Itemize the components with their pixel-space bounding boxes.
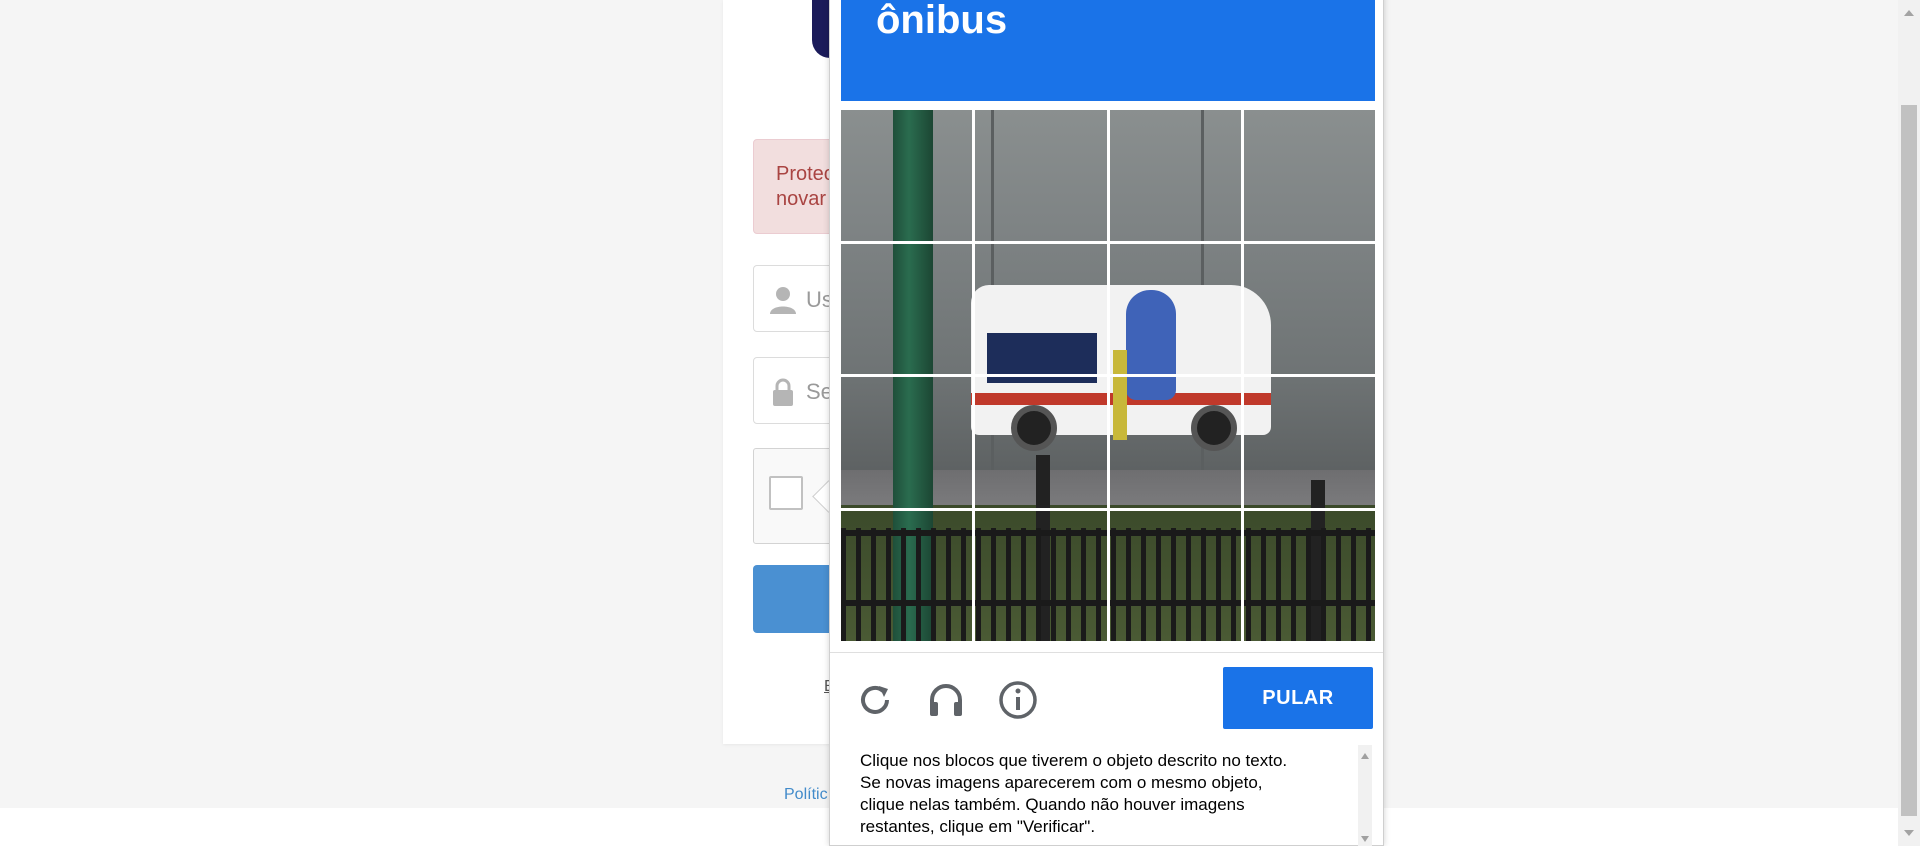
tile-image xyxy=(841,110,973,241)
captcha-tile[interactable] xyxy=(841,243,973,374)
captcha-tile[interactable] xyxy=(975,377,1107,508)
tile-image xyxy=(1243,510,1375,641)
tile-image xyxy=(1109,110,1241,241)
tile-image xyxy=(1243,110,1375,241)
tile-image xyxy=(975,110,1107,241)
captcha-tile[interactable] xyxy=(975,510,1107,641)
challenge-target-word: ônibus xyxy=(876,0,1008,42)
tile-image xyxy=(841,243,973,374)
captcha-tile[interactable] xyxy=(1243,377,1375,508)
tile-image xyxy=(1109,243,1241,374)
audio-icon[interactable] xyxy=(926,680,966,720)
tile-image xyxy=(975,377,1107,508)
tile-image xyxy=(975,243,1107,374)
user-icon xyxy=(770,287,796,314)
scroll-down-arrow[interactable] xyxy=(1361,836,1369,842)
tile-image xyxy=(841,377,973,508)
challenge-header: ônibus xyxy=(841,0,1375,101)
captcha-tile[interactable] xyxy=(1109,110,1241,241)
tile-image xyxy=(1109,510,1241,641)
captcha-tile[interactable] xyxy=(975,243,1107,374)
captcha-tile[interactable] xyxy=(1109,377,1241,508)
skip-button[interactable]: PULAR xyxy=(1223,667,1373,729)
tile-image xyxy=(1109,377,1241,508)
lock-icon xyxy=(773,378,793,406)
tile-image xyxy=(975,510,1107,641)
scroll-up-arrow[interactable] xyxy=(1361,753,1369,759)
captcha-tile[interactable] xyxy=(841,110,973,241)
captcha-tile-grid xyxy=(841,110,1375,641)
page-scroll-thumb[interactable] xyxy=(1901,105,1917,816)
page-scroll-up-arrow[interactable] xyxy=(1904,10,1914,16)
captcha-tile[interactable] xyxy=(841,510,973,641)
captcha-tile[interactable] xyxy=(841,377,973,508)
page-scrollbar[interactable] xyxy=(1898,0,1920,846)
controls-divider xyxy=(830,652,1383,653)
captcha-tile[interactable] xyxy=(1243,243,1375,374)
recaptcha-checkbox[interactable] xyxy=(769,476,803,510)
reload-icon[interactable] xyxy=(855,680,895,720)
captcha-tile[interactable] xyxy=(975,110,1107,241)
info-icon[interactable] xyxy=(998,680,1038,720)
tile-image xyxy=(841,510,973,641)
page-scroll-down-arrow[interactable] xyxy=(1904,830,1914,836)
policy-link[interactable]: Polític xyxy=(784,786,828,804)
tile-image xyxy=(1243,243,1375,374)
instructions-scrollbar[interactable] xyxy=(1358,745,1372,846)
captcha-tile[interactable] xyxy=(1109,510,1241,641)
captcha-tile[interactable] xyxy=(1109,243,1241,374)
captcha-tile[interactable] xyxy=(1243,110,1375,241)
tile-image xyxy=(1243,377,1375,508)
captcha-instructions: Clique nos blocos que tiverem o objeto d… xyxy=(860,751,1288,836)
captcha-tile[interactable] xyxy=(1243,510,1375,641)
